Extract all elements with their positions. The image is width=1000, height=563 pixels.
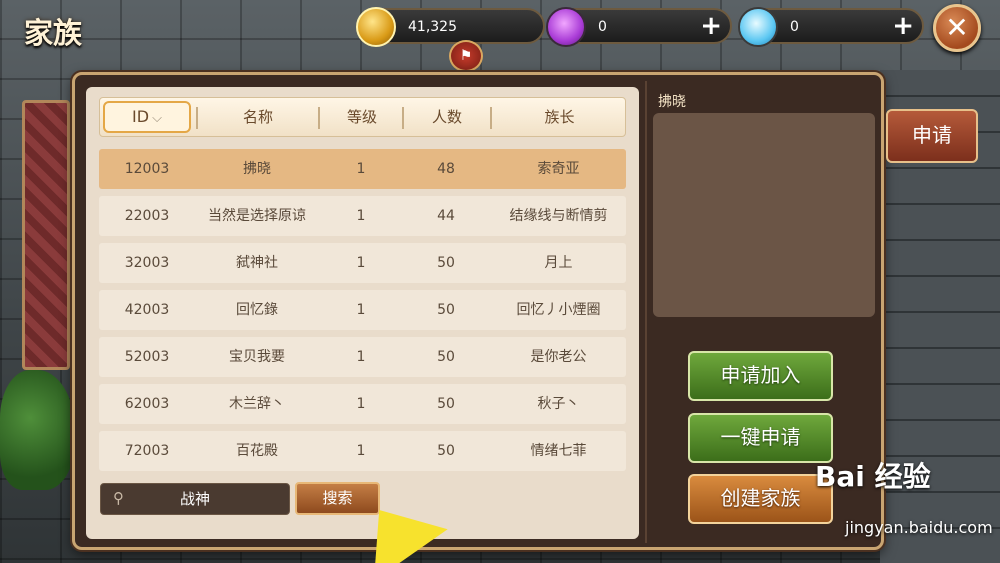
cell-members: 50 — [437, 302, 455, 318]
header-level[interactable]: 等级 — [320, 98, 404, 136]
cell-level: 1 — [356, 208, 366, 224]
add-diamonds-button[interactable]: + — [892, 10, 914, 42]
watermark-url: jingyan.baidu.com — [845, 518, 993, 537]
table-row[interactable]: 12003 拂晓 1 48 索奇亚 — [99, 149, 626, 189]
table-row[interactable]: 42003 回忆錄 1 50 回忆丿小煙圈 — [99, 290, 626, 330]
cell-level: 1 — [356, 302, 366, 318]
cell-id: 22003 — [124, 208, 170, 224]
cell-members: 50 — [437, 443, 455, 459]
cell-id: 12003 — [124, 161, 170, 177]
table-row[interactable]: 22003 当然是选择原谅 1 44 结缘线与断情剪 — [99, 196, 626, 236]
diamond-counter: 0 + — [738, 7, 924, 47]
table-row[interactable]: 72003 百花殿 1 50 情绪七菲 — [99, 431, 626, 471]
create-family-button[interactable]: 创建家族 — [688, 474, 833, 524]
gem-counter: 0 + — [546, 7, 732, 47]
header-name[interactable]: 名称 — [198, 98, 318, 136]
flag-icon[interactable]: ⚑ — [449, 40, 483, 72]
search-input[interactable]: ⚲ 战神 — [100, 483, 290, 515]
search-value: 战神 — [179, 490, 210, 508]
watermark-logo: Bai 经验 — [815, 460, 931, 493]
cell-id: 52003 — [124, 349, 170, 365]
wall-tapestry — [22, 100, 70, 370]
table-row[interactable]: 52003 宝贝我要 1 50 是你老公 — [99, 337, 626, 377]
cell-level: 1 — [356, 396, 366, 412]
cell-leader: 秋子丶 — [537, 396, 580, 412]
cell-members: 50 — [437, 396, 455, 412]
one-click-apply-button[interactable]: 一键申请 — [688, 413, 833, 463]
sort-by-id-button[interactable]: ID ⌵ — [103, 101, 191, 133]
header-members[interactable]: 人数 — [404, 98, 490, 136]
cell-name: 木兰辞丶 — [229, 396, 285, 412]
family-list: ID ⌵ 名称 等级 人数 族长 12003 拂晓 1 48 索奇亚 22003 当然是选择原… — [86, 87, 639, 539]
header-leader[interactable]: 族长 — [492, 98, 627, 136]
table-row[interactable]: 62003 木兰辞丶 1 50 秋子丶 — [99, 384, 626, 424]
cell-leader: 月上 — [544, 255, 573, 271]
cell-members: 48 — [437, 161, 455, 177]
search-button[interactable]: 搜索 — [295, 482, 380, 515]
cell-leader: 回忆丿小煙圈 — [516, 302, 601, 318]
cell-name: 回忆錄 — [236, 302, 278, 318]
cell-leader: 是你老公 — [530, 349, 587, 365]
cell-members: 44 — [437, 208, 455, 224]
cell-name: 百花殿 — [236, 443, 278, 459]
family-panel: ID ⌵ 名称 等级 人数 族长 12003 拂晓 1 48 索奇亚 22003 当然是选择原… — [72, 72, 884, 550]
diamond-amount: 0 — [790, 19, 799, 35]
bush-decoration — [0, 370, 75, 490]
cell-id: 72003 — [124, 443, 170, 459]
gold-coin-icon — [356, 7, 396, 47]
purple-gem-icon — [546, 7, 586, 47]
table-row[interactable]: 32003 弑神社 1 50 月上 — [99, 243, 626, 283]
cell-name: 拂晓 — [243, 161, 271, 177]
selected-family-name: 拂晓 — [658, 94, 686, 110]
apply-join-button[interactable]: 申请加入 — [688, 351, 833, 401]
apply-tab-button[interactable]: 申请 — [886, 109, 978, 163]
gem-amount: 0 — [598, 19, 607, 35]
cell-level: 1 — [356, 255, 366, 271]
page-title: 家族 — [24, 16, 83, 50]
family-info-box — [653, 113, 875, 317]
cell-name: 宝贝我要 — [229, 349, 285, 365]
close-button[interactable]: ✕ — [933, 4, 981, 52]
chevron-down-icon: ⌵ — [152, 111, 162, 126]
cell-id: 62003 — [124, 396, 170, 412]
cell-members: 50 — [437, 255, 455, 271]
cell-level: 1 — [356, 443, 366, 459]
cell-leader: 索奇亚 — [537, 161, 580, 177]
cell-leader: 结缘线与断情剪 — [509, 208, 608, 224]
add-gems-button[interactable]: + — [700, 10, 722, 42]
cell-level: 1 — [356, 161, 366, 177]
diamond-icon — [738, 7, 778, 47]
cell-name: 弑神社 — [236, 255, 278, 271]
gold-counter: 41,325 — [356, 7, 545, 47]
cell-id: 32003 — [124, 255, 170, 271]
header-id: ID — [132, 107, 150, 126]
cell-name: 当然是选择原谅 — [208, 208, 306, 224]
panel-divider — [645, 81, 647, 543]
table-header: ID ⌵ 名称 等级 人数 族长 — [99, 97, 626, 137]
cell-id: 42003 — [124, 302, 170, 318]
cell-level: 1 — [356, 349, 366, 365]
cell-leader: 情绪七菲 — [530, 443, 587, 459]
gold-amount: 41,325 — [408, 19, 457, 35]
cell-members: 50 — [437, 349, 455, 365]
